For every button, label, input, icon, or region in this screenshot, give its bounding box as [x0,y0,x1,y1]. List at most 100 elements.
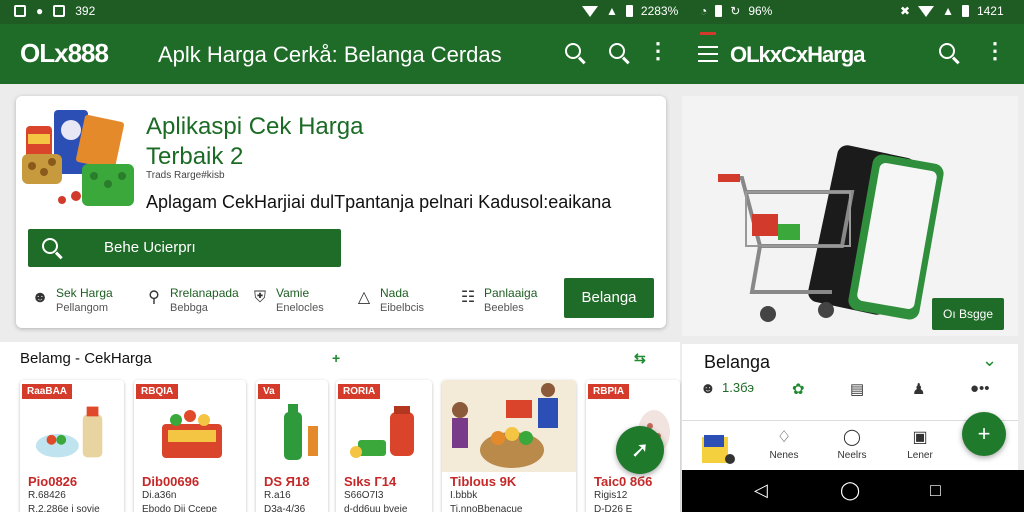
product-price: DS Я18 [264,474,310,489]
screenshot-icon [14,5,26,17]
product-info: R.a16 [264,490,291,501]
product-tag: RBQIA [136,384,179,399]
product-price: Dib00696 [142,474,200,489]
product-tag: Va [258,384,280,399]
nav-item-2[interactable]: ◯ Neelrs [822,427,882,461]
document-icon: ☷ [460,289,476,306]
feature-item-1[interactable]: ☻ Sek Harga Pellangom [30,286,130,318]
product-image [350,406,414,458]
battery-icon-3 [961,5,969,17]
nav-item-1-label: Nenes [769,450,799,461]
product-card[interactable]: Tiblous 9K I.bbbk Ti,nnoBbenacue [442,380,576,512]
tv-icon: ▣ [912,429,928,446]
item-count: 1.3бэ [722,380,755,395]
product-card[interactable]: RBQIA Dib00696 Di.a36n Ebodo Dii Ccepe [134,380,246,512]
status-battery-right: 96% [748,4,773,18]
product-price: Sıks Г14 [344,474,397,489]
user-icon[interactable]: ♟ [912,380,925,398]
product-price: Pio0826 [28,474,78,489]
status-bar: ● 392 ▲ 2283% ◔ ↻ 96% ✖ ▲ 1421 [0,0,1024,24]
bag-icon: ♢ [776,429,792,446]
app-icon [53,5,66,17]
product-price: Tiblous 9K [450,474,517,489]
product-info-2: Ti,nnoBbenacue [450,504,523,512]
panel-title: Belanga [704,352,771,372]
search-icon-hero [42,238,58,254]
person-icon: ☻ [31,289,49,306]
product-info-2: D-D26 E [594,504,633,512]
cek-harga-button[interactable]: Oı Bsgge [932,298,1004,330]
product-info-2: D3a-4/36 [264,504,306,512]
settings-icon[interactable]: ✿ [792,380,805,398]
product-tag: RORIA [338,384,381,399]
hero-title-line2: Terbaik 2 [146,143,244,170]
menu-icon[interactable] [698,46,718,62]
belanja-button[interactable]: Belanga [564,278,654,318]
products-section: Belamg - CekHarga + ⇆ RaaBAA Pio0826 R.6… [0,342,680,512]
product-info-2: Ebodo Dii Ccepe [142,504,218,512]
filter-icon[interactable]: ⇆ [634,350,646,367]
nav-item-1[interactable]: ♢ Nenes [754,427,814,461]
compare-fab[interactable]: ➚ [616,426,664,474]
box-thumbnail [702,435,735,464]
product-card[interactable]: RORIA Sıks Г14 S66O7I3 d-dd6uu bveie [336,380,432,512]
app-logo[interactable]: OLx888 [20,38,109,69]
product-card[interactable]: RaaBAA Pio0826 R.68426 R,2,286e i sovie [20,380,124,512]
product-image [162,410,222,458]
feature-5-title: Panlaaiga [484,286,538,300]
add-fab[interactable]: + [962,412,1006,456]
system-nav-bar: ◁ ◯ □ [682,470,1024,512]
status-time-right: 1421 [976,4,1004,18]
search-icon-2 [609,43,625,59]
feature-5-sub: Beebles [484,302,524,314]
home-icon[interactable]: ◯ [840,480,860,501]
feature-item-5[interactable]: ☷ Panlaaiga Beebles [458,286,558,318]
app-title: Aplk Harga Cerkå: Belanga Cerdas [158,42,502,67]
screen: ● 392 ▲ 2283% ◔ ↻ 96% ✖ ▲ 1421 OLx888 Ap… [0,0,1024,512]
panel-icons-row: ☻ 1.3бэ ✿ ▤ ♟ ●•• [700,380,1010,402]
feature-item-3[interactable]: ⛨ Vamie Enelocles [250,286,350,318]
avatar-icon[interactable]: ☻ [700,380,716,397]
expand-icon[interactable]: + [332,350,340,366]
product-image [35,406,103,458]
status-battery-left: 2283% [640,4,679,18]
wifi-icon-2 [918,5,935,17]
menu-indicator [700,32,716,35]
battery-icon [625,5,633,17]
feature-item-2[interactable]: ⚲ Rrelanapada Bebbga [144,286,254,318]
search-button-right[interactable] [934,40,960,66]
product-info-2: R,2,286e i sovie [28,504,100,512]
chat-icon[interactable]: ●•• [970,380,990,397]
feature-3-title: Vamie [276,286,310,300]
app-logo-right[interactable]: OLkxCxHarga [730,42,866,68]
product-price: Taic0 8б6 [594,474,653,489]
search-input[interactable]: Behe Ucierprı [28,229,341,267]
recents-icon[interactable]: □ [930,480,941,501]
product-card[interactable]: Va DS Я18 R.a16 D3a-4/36 [256,380,328,512]
alert-icon: ● [36,4,44,18]
app-bar-right: OLkxCxHarga ⋮ [680,24,1024,84]
overflow-menu-icon-right[interactable]: ⋮ [982,40,1008,66]
product-info: I.bbbk [450,490,478,501]
products-heading: Belamg - CekHarga [20,350,152,367]
nav-item-3-label: Lener [907,450,933,461]
overflow-menu-icon[interactable]: ⋮ [645,40,671,66]
search-placeholder: Behe Ucierprı [104,239,196,256]
signal-icon: ▲ [606,4,618,18]
receipt-icon[interactable]: ▤ [850,380,864,398]
feature-3-sub: Enelocles [276,302,324,314]
back-icon[interactable]: ◁ [754,480,768,501]
megaphone-icon: △ [357,289,371,306]
nav-item-3[interactable]: ▣ Lener [890,427,950,461]
hero-title-line1: Aplikaspi Cek Harga [146,113,364,140]
feature-1-title: Sek Harga [56,286,113,300]
search-button[interactable] [560,40,586,66]
plus-icon: + [977,421,991,446]
hero-caption: Trads Rarge#kisb [146,170,225,181]
search-button-2[interactable] [604,40,630,66]
feature-item-4[interactable]: △ Nada Eibelbcis [354,286,454,318]
shopping-panel: Belanga ⌄ ☻ 1.3бэ ✿ ▤ ♟ ●•• ♢ Nenes ◯ Neel… [682,344,1018,470]
product-info: Di.a36n [142,490,177,501]
circle-icon: ◯ [843,429,861,446]
chevron-down-icon[interactable]: ⌄ [982,350,997,371]
